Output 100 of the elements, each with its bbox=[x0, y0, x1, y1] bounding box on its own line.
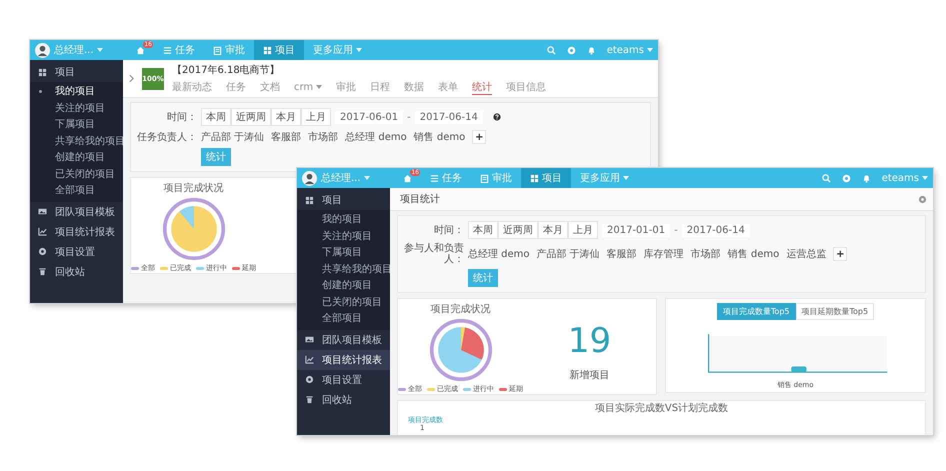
search-icon[interactable] bbox=[822, 174, 831, 182]
person-item[interactable]: 总经理 demo bbox=[468, 247, 530, 261]
period-button[interactable]: 近两周 bbox=[231, 108, 271, 126]
sidebar-item[interactable]: 项目 bbox=[30, 62, 123, 82]
person-item[interactable]: 销售 demo bbox=[728, 247, 780, 261]
list-icon bbox=[430, 174, 439, 182]
caret-icon bbox=[623, 176, 629, 180]
date-field[interactable]: 2017-06-14 bbox=[682, 224, 750, 236]
sidebar-item[interactable]: 下属项目 bbox=[30, 116, 123, 132]
person-item[interactable]: 产品部 于涛仙 bbox=[536, 247, 600, 261]
field-label: 参与人和负责人： bbox=[404, 243, 464, 265]
sidebar-item[interactable]: 回收站 bbox=[30, 262, 123, 282]
sidebar-item[interactable]: 共享给我的项目 bbox=[30, 132, 123, 149]
add-button[interactable]: + bbox=[472, 130, 486, 144]
person-item[interactable]: 销售 demo bbox=[414, 130, 466, 144]
range-separator: - bbox=[674, 224, 678, 236]
sidebar-item[interactable]: 团队项目模板 bbox=[297, 330, 390, 350]
grid-icon bbox=[530, 174, 539, 182]
period-button[interactable]: 本周 bbox=[201, 108, 231, 126]
sidebar-item[interactable]: 项目统计报表 bbox=[297, 350, 390, 370]
trash-icon bbox=[305, 395, 314, 404]
caret-icon bbox=[922, 176, 928, 180]
help-icon[interactable] bbox=[492, 113, 501, 121]
list-icon bbox=[163, 46, 172, 54]
pie-chart-drawing bbox=[428, 318, 492, 382]
grid-icon bbox=[38, 68, 47, 76]
sidebar-item[interactable]: 我的项目 bbox=[297, 211, 390, 228]
image-icon bbox=[305, 335, 314, 344]
image-icon bbox=[38, 207, 47, 216]
pie-chart-drawing bbox=[162, 197, 226, 261]
sidebar-item[interactable]: 已关闭的项目 bbox=[30, 166, 123, 182]
sidebar-item[interactable]: 我的项目 bbox=[30, 83, 123, 100]
period-button[interactable]: 上月 bbox=[568, 221, 598, 239]
caret-icon bbox=[364, 176, 370, 180]
caret-icon bbox=[356, 48, 362, 52]
sidebar-item[interactable]: 已关闭的项目 bbox=[297, 294, 390, 310]
settings-icon bbox=[305, 375, 314, 384]
person-item[interactable]: 库存管理 bbox=[644, 247, 684, 261]
bell-icon[interactable] bbox=[862, 174, 871, 182]
chart-title: 项目实际完成数VS计划完成数 bbox=[594, 403, 728, 415]
date-field[interactable]: 2017-01-01 bbox=[602, 224, 670, 236]
person-item[interactable]: 市场部 bbox=[308, 130, 338, 144]
period-button[interactable]: 本月 bbox=[271, 108, 301, 126]
settings-icon[interactable] bbox=[918, 194, 927, 204]
avatar-icon[interactable] bbox=[35, 42, 50, 58]
search-icon[interactable] bbox=[546, 46, 556, 54]
home-icon bbox=[136, 46, 145, 54]
person-item[interactable]: 市场部 bbox=[690, 247, 721, 261]
settings-icon[interactable] bbox=[842, 174, 851, 182]
settings-icon bbox=[38, 247, 47, 256]
sidebar-item[interactable]: 回收站 bbox=[297, 390, 390, 410]
period-button[interactable]: 近两周 bbox=[498, 221, 538, 239]
chart-title: 项目完成状况 bbox=[164, 182, 224, 195]
trash-icon bbox=[38, 267, 47, 276]
sidebar-item[interactable]: 团队项目模板 bbox=[30, 202, 123, 222]
page-title: 项目统计 bbox=[400, 192, 440, 206]
selection-dot bbox=[39, 90, 42, 93]
field-label: 时间： bbox=[166, 112, 197, 122]
home-icon bbox=[403, 174, 412, 182]
chart-icon bbox=[38, 227, 47, 236]
period-button[interactable]: 本周 bbox=[468, 221, 498, 239]
sidebar-item[interactable]: 关注的项目 bbox=[297, 228, 390, 244]
sidebar-item[interactable]: 全部项目 bbox=[297, 310, 390, 326]
period-button[interactable]: 上月 bbox=[301, 108, 331, 126]
chart-title: 项目完成状况 bbox=[430, 302, 490, 316]
add-button[interactable]: + bbox=[833, 247, 848, 261]
sidebar-item[interactable]: 创建的项目 bbox=[297, 277, 390, 294]
field-label: 时间： bbox=[433, 224, 464, 236]
date-field[interactable]: 2017-06-01 bbox=[335, 110, 404, 124]
sidebar-item[interactable]: 项目设置 bbox=[297, 370, 390, 390]
caret-icon bbox=[647, 48, 653, 52]
clipboard-icon bbox=[213, 46, 222, 54]
person-item[interactable]: 客服部 bbox=[271, 130, 302, 144]
caret-icon bbox=[96, 48, 103, 52]
count-label: 新增项目 bbox=[570, 368, 610, 382]
sidebar-item[interactable]: 项目统计报表 bbox=[30, 222, 123, 242]
sidebar-item[interactable]: 关注的项目 bbox=[30, 100, 123, 116]
sidebar-item[interactable]: 下属项目 bbox=[297, 244, 390, 260]
period-button[interactable]: 本月 bbox=[538, 221, 568, 239]
grid-icon bbox=[305, 196, 314, 204]
person-item[interactable]: 运营总监 bbox=[786, 247, 826, 261]
settings-icon[interactable] bbox=[566, 46, 576, 54]
range-separator: - bbox=[407, 112, 411, 122]
project-count: 19 bbox=[568, 324, 612, 358]
person-item[interactable]: 总经理 demo bbox=[345, 130, 407, 144]
person-item[interactable]: 客服部 bbox=[606, 247, 637, 261]
grid-icon bbox=[263, 46, 272, 54]
bell-icon[interactable] bbox=[586, 46, 596, 54]
avatar-icon[interactable] bbox=[302, 170, 317, 186]
date-field[interactable]: 2017-06-14 bbox=[414, 110, 483, 124]
chart-tab[interactable]: 项目延期数量Top5 bbox=[796, 303, 874, 320]
sidebar-item[interactable]: 创建的项目 bbox=[30, 149, 123, 166]
sidebar-item[interactable]: 项目设置 bbox=[30, 242, 123, 262]
sidebar-item[interactable]: 共享给我的项目 bbox=[297, 260, 390, 277]
chevron-right-icon[interactable] bbox=[129, 74, 134, 83]
person-item[interactable]: 产品部 于涛仙 bbox=[201, 130, 264, 144]
field-label: 任务负责人： bbox=[137, 132, 197, 142]
sidebar-item[interactable]: 项目 bbox=[297, 190, 390, 210]
project-tab[interactable]: 统计 bbox=[472, 80, 492, 94]
sidebar-item[interactable]: 全部项目 bbox=[30, 182, 123, 198]
